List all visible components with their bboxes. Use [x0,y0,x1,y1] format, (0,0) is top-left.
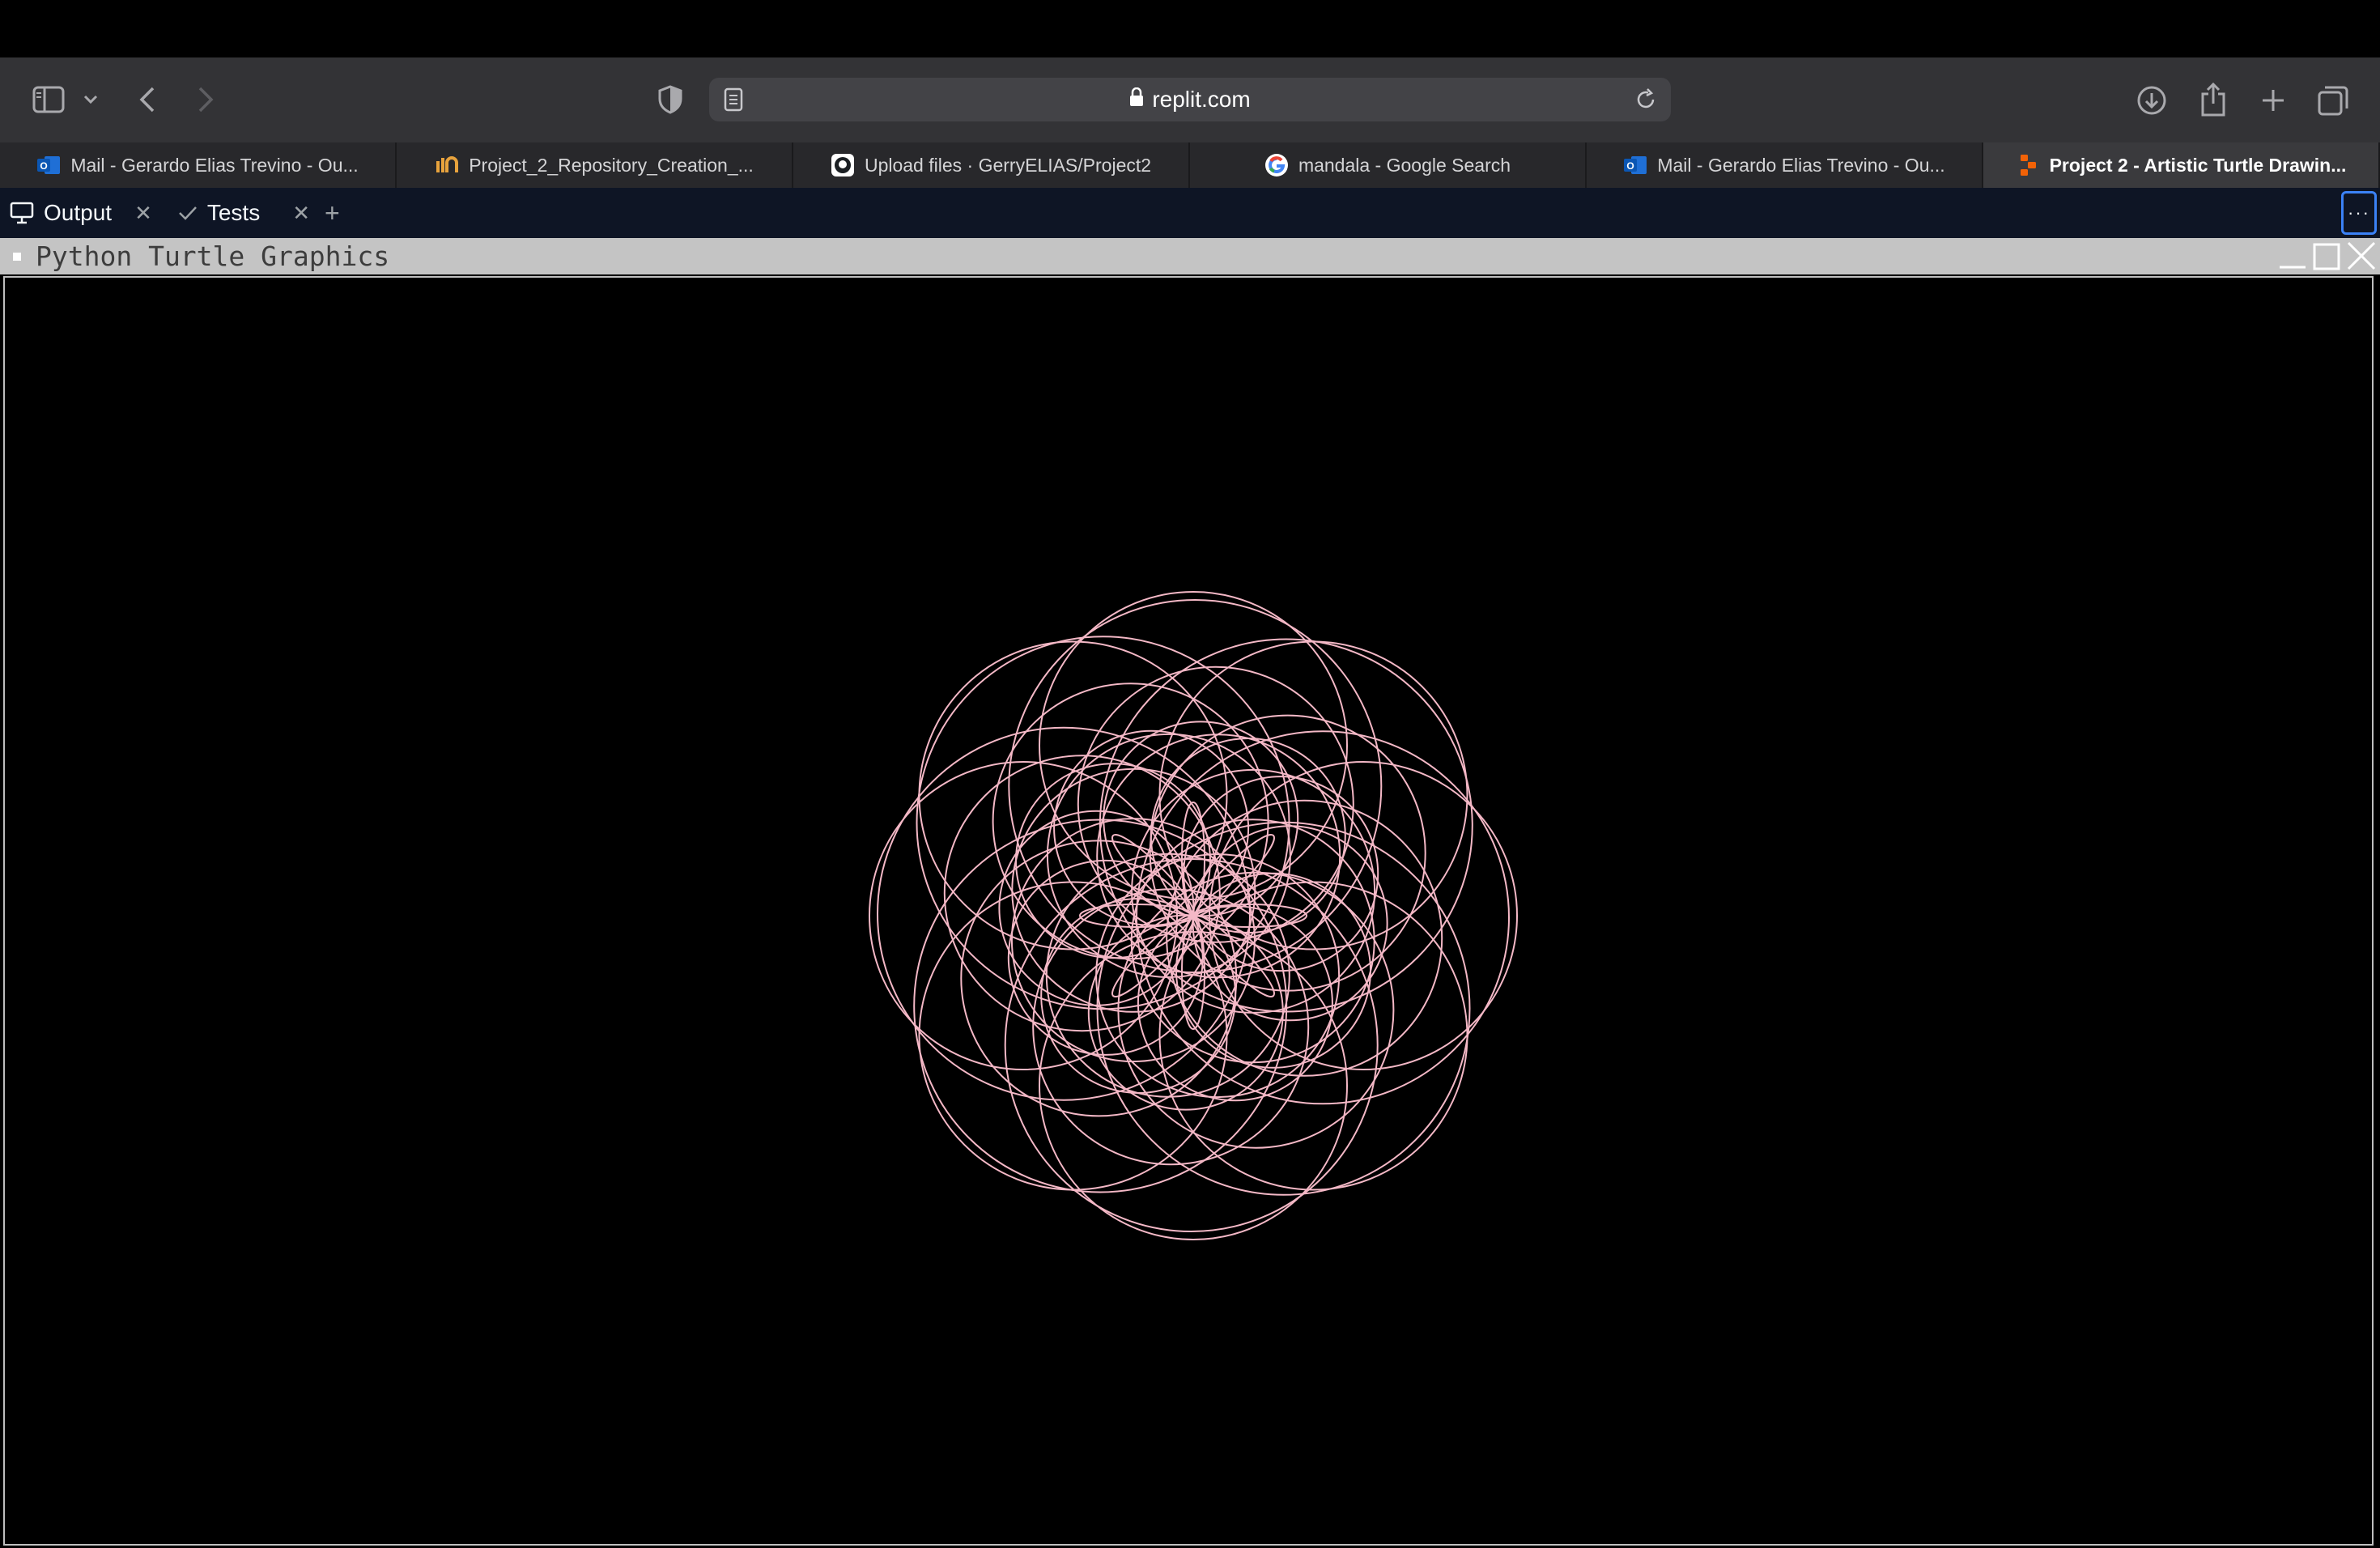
outlook-icon: O [36,153,61,177]
maximize-icon[interactable] [2312,240,2341,276]
tab-tests[interactable]: Tests ✕ [168,188,320,238]
browser-tab-active[interactable]: Project 2 - Artistic Turtle Drawin... [1983,142,2380,188]
tab-output-label: Output [44,200,113,225]
check-icon [178,205,198,221]
tab-overview-icon[interactable] [2315,83,2351,118]
browser-tab[interactable]: O Mail - Gerardo Elias Trevino - Ou... [1587,142,1983,188]
close-icon[interactable]: ✕ [292,201,310,226]
tab-title: Mail - Gerardo Elias Trevino - Ou... [70,154,359,176]
turtle-window-titlebar: Python Turtle Graphics [0,238,2380,274]
replit-icon [2016,153,2040,177]
more-options-button[interactable]: ··· [2341,191,2377,235]
turtle-window-title: Python Turtle Graphics [36,240,390,272]
menu-bar [0,0,2380,57]
url-text: replit.com [1152,87,1251,112]
mn-icon [435,153,459,177]
mandala-drawing [869,591,1518,1240]
close-icon[interactable]: ✕ [134,201,152,226]
tab-output[interactable]: Output ✕ [0,188,162,238]
add-tab-button[interactable]: + [325,198,340,228]
tab-title: Upload files · GerryELIAS/Project2 [864,154,1152,176]
sidebar-icon[interactable] [31,82,66,117]
mandala-circle [1158,640,1468,950]
tab-title: Project 2 - Artistic Turtle Drawin... [2049,154,2347,176]
address-bar[interactable]: replit.com [709,78,1671,121]
forward-icon[interactable] [191,82,220,117]
chevron-down-icon[interactable] [81,90,100,109]
monitor-icon [10,202,34,224]
browser-tab[interactable]: Upload files · GerryELIAS/Project2 [793,142,1190,188]
mandala-circle [918,881,1228,1191]
tab-tests-label: Tests [206,200,261,225]
share-icon[interactable] [2195,81,2231,118]
shield-icon[interactable] [654,83,686,116]
reader-icon[interactable] [724,87,743,117]
browser-tab[interactable]: O Mail - Gerardo Elias Trevino - Ou... [0,142,397,188]
svg-text:O: O [1627,160,1634,172]
browser-tab[interactable]: mandala - Google Search [1190,142,1587,188]
download-icon[interactable] [2134,83,2170,118]
tab-bar: O Mail - Gerardo Elias Trevino - Ou... P… [0,142,2380,188]
browser-tab[interactable]: Project_2_Repository_Creation_... [397,142,793,188]
new-tab-icon[interactable] [2255,83,2291,118]
turtle-canvas [3,276,2374,1546]
google-icon [1264,153,1289,177]
tab-title: mandala - Google Search [1298,154,1511,176]
svg-text:O: O [40,160,48,172]
minimize-icon[interactable] [2278,240,2307,276]
mandala-circle [1158,881,1468,1191]
lock-icon [1129,87,1144,113]
reload-icon[interactable] [1634,87,1658,117]
tab-title: Mail - Gerardo Elias Trevino - Ou... [1657,154,1945,176]
window-icon [13,252,21,261]
close-window-icon[interactable] [2346,240,2377,276]
mandala-circle [918,640,1228,950]
outlook-icon: O [1623,153,1647,177]
tab-title: Project_2_Repository_Creation_... [469,154,754,176]
github-icon [831,153,855,177]
replit-pane-tabs: Output ✕ Tests ✕ + [0,188,2380,238]
back-icon[interactable] [133,82,162,117]
